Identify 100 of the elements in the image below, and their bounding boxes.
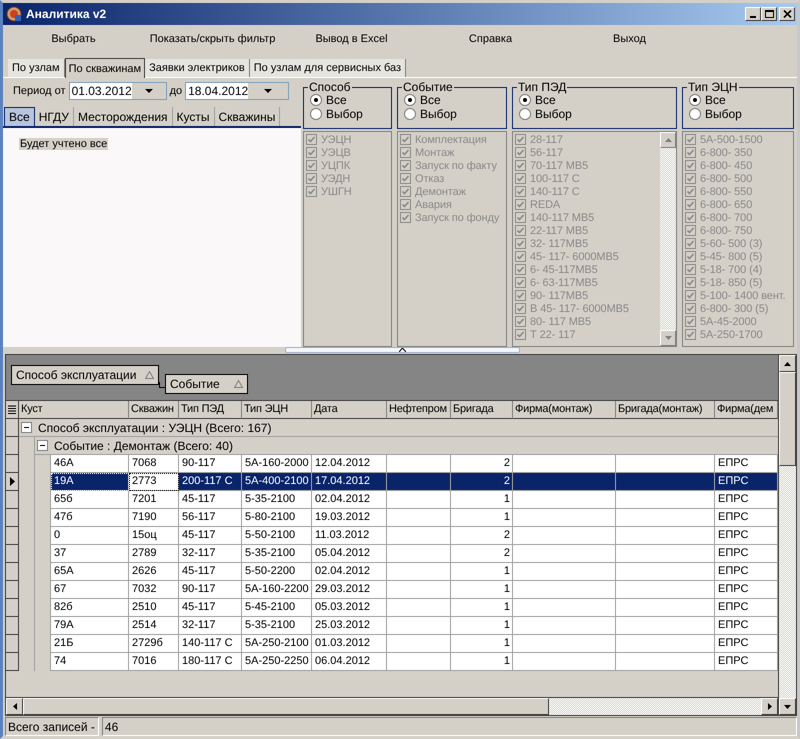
column-header[interactable]: Дата — [312, 401, 387, 419]
column-header[interactable]: Куст — [19, 401, 129, 419]
sort-icon — [145, 371, 154, 379]
row-header[interactable] — [6, 653, 19, 671]
maximize-icon — [764, 10, 774, 18]
tab[interactable]: По узлам для сервисных баз — [250, 59, 406, 77]
radio-icon — [689, 108, 701, 120]
table-cell: 5А-250-2250 — [242, 653, 312, 671]
menu-item[interactable]: Показать/скрыть фильтр — [143, 31, 282, 47]
dropdown-arrow-icon[interactable] — [264, 88, 272, 94]
radio-icon — [519, 94, 531, 106]
table-row[interactable]: 47б 7190 56-117 5-80-2100 19.03.2012 1 ЕПРС — [51, 509, 778, 527]
row-header[interactable] — [6, 581, 19, 599]
date-field[interactable]: 18.04.2012 — [185, 82, 290, 100]
group-row[interactable]: Способ эксплуатации : УЭЦН (Всего: 167) — [19, 419, 778, 437]
tab[interactable]: НГДУ — [34, 107, 74, 126]
period-to-label: до — [170, 85, 182, 97]
row-header[interactable] — [6, 473, 19, 491]
date-field[interactable]: 01.03.2012 — [68, 82, 167, 100]
row-header[interactable] — [6, 509, 19, 527]
table-cell: 1 — [451, 653, 513, 671]
scroll-left-icon[interactable] — [12, 703, 16, 710]
column-header[interactable]: Фирма(монтаж) — [513, 401, 616, 419]
status-value: 46 — [102, 717, 797, 736]
table-cell: 7016 — [129, 653, 179, 671]
tab[interactable]: Скважины — [214, 107, 280, 126]
scroll-thumb[interactable] — [23, 698, 549, 715]
tab[interactable]: По скважинам — [64, 58, 146, 78]
groupbox-title: Способ — [308, 81, 352, 94]
current-row-icon — [10, 477, 14, 486]
column-header[interactable]: Тип ЭЦН — [242, 401, 312, 419]
row-header[interactable] — [6, 563, 19, 581]
column-header[interactable]: Тип ПЭД — [179, 401, 242, 419]
column-header[interactable]: Фирма(дем — [715, 401, 778, 419]
sort-icon — [234, 380, 243, 388]
collapse-icon[interactable] — [37, 440, 48, 451]
splitter-handle[interactable] — [285, 347, 520, 353]
tab[interactable]: Месторождения — [74, 107, 173, 126]
radio-icon — [310, 94, 322, 106]
tab[interactable]: Все — [4, 107, 35, 126]
table-row[interactable]: 74 7016 180-117 С 5А-250-2250 06.04.2012 1 ЕПРС — [51, 653, 778, 671]
menu-item[interactable]: Вывод в Excel — [282, 31, 421, 47]
column-header[interactable]: Скважин — [129, 401, 179, 419]
row-header[interactable] — [6, 419, 19, 437]
table-row[interactable]: 46А 7068 90-117 5А-160-2000 12.04.2012 2 ЕПРС — [51, 455, 778, 473]
row-header[interactable] — [6, 599, 19, 617]
row-header[interactable] — [6, 527, 19, 545]
maximize-button[interactable] — [761, 7, 777, 21]
tab[interactable]: По узлам — [8, 59, 65, 77]
column-header[interactable]: Бригада — [451, 401, 513, 419]
row-header[interactable] — [6, 617, 19, 635]
group-row[interactable]: Событие : Демонтаж (Всего: 40) — [35, 437, 778, 455]
row-header[interactable] — [6, 437, 19, 455]
dropdown-arrow-icon[interactable] — [144, 88, 153, 94]
table-row[interactable]: 82б 2510 45-117 5-45-2100 05.03.2012 1 ЕПРС — [51, 599, 778, 617]
row-header[interactable] — [6, 635, 19, 653]
column-header[interactable]: Бригада(монтаж) — [616, 401, 715, 419]
radio-icon — [519, 108, 531, 120]
table-cell: 74 — [51, 653, 129, 671]
scope-note: Будет учтено все — [19, 138, 108, 150]
horizontal-scrollbar[interactable] — [6, 697, 778, 715]
table-row[interactable]: 21Б 2729б 140-117 С 5А-250-2100 01.03.2012 1 ЕПРС — [51, 635, 778, 653]
table-cell: 180-117 С — [179, 653, 242, 671]
close-button[interactable] — [779, 7, 795, 21]
tab[interactable]: Кусты — [172, 107, 215, 126]
table-cell: 06.04.2012 — [312, 653, 387, 671]
table-row[interactable]: 65б 7201 45-117 5-35-2100 02.04.2012 1 ЕПРС — [51, 491, 778, 509]
radio-icon — [689, 94, 701, 106]
groupbox-title: Событие — [402, 81, 454, 94]
column-chooser-icon[interactable] — [8, 404, 16, 414]
window-title: Аналитика v2 — [26, 7, 108, 21]
table-cell: 2773 — [129, 473, 179, 491]
minimize-button[interactable] — [745, 7, 761, 21]
column-header[interactable]: Нефтепром — [387, 401, 451, 419]
scroll-thumb[interactable] — [779, 372, 796, 466]
group-by-chip[interactable]: Событие — [165, 374, 248, 394]
menu-item[interactable]: Выход — [560, 31, 699, 47]
group-by-chip[interactable]: Способ эксплуатации — [11, 365, 159, 385]
groupbox-title: Тип ЭЦН — [687, 81, 739, 94]
vertical-scrollbar[interactable] — [778, 355, 796, 715]
radio-icon — [310, 108, 322, 120]
period-label: Период от — [13, 85, 66, 97]
tab[interactable]: Заявки электриков — [145, 59, 250, 77]
table-row[interactable]: 19А 2773 200-117 С 5А-400-2100 17.04.2012 2 ЕПРС — [51, 473, 778, 491]
table-row[interactable]: 37 2789 32-117 5-35-2100 05.04.2012 2 ЕПРС — [51, 545, 778, 563]
menu-item[interactable]: Выбрать — [4, 31, 143, 47]
scroll-down-icon[interactable] — [784, 704, 791, 708]
table-row[interactable]: 79А 2514 32-117 5-35-2100 25.03.2012 1 ЕПРС — [51, 617, 778, 635]
table-row[interactable]: 0 15оц 45-117 5-50-2100 11.03.2012 2 ЕПРС — [51, 527, 778, 545]
scroll-up-icon[interactable] — [784, 362, 791, 366]
row-header[interactable] — [6, 491, 19, 509]
row-header[interactable] — [6, 545, 19, 563]
table-row[interactable]: 67 7032 90-117 5А-160-2200 29.03.2012 1 ЕПРС — [51, 581, 778, 599]
app-icon — [6, 6, 22, 22]
menu-item[interactable]: Справка — [421, 31, 560, 47]
status-label: Всего записей - — [5, 717, 99, 736]
row-header[interactable] — [6, 455, 19, 473]
collapse-icon[interactable] — [21, 422, 32, 433]
scroll-right-icon[interactable] — [768, 703, 772, 710]
table-row[interactable]: 65А 2626 45-117 5-50-2200 02.04.2012 1 ЕПРС — [51, 563, 778, 581]
